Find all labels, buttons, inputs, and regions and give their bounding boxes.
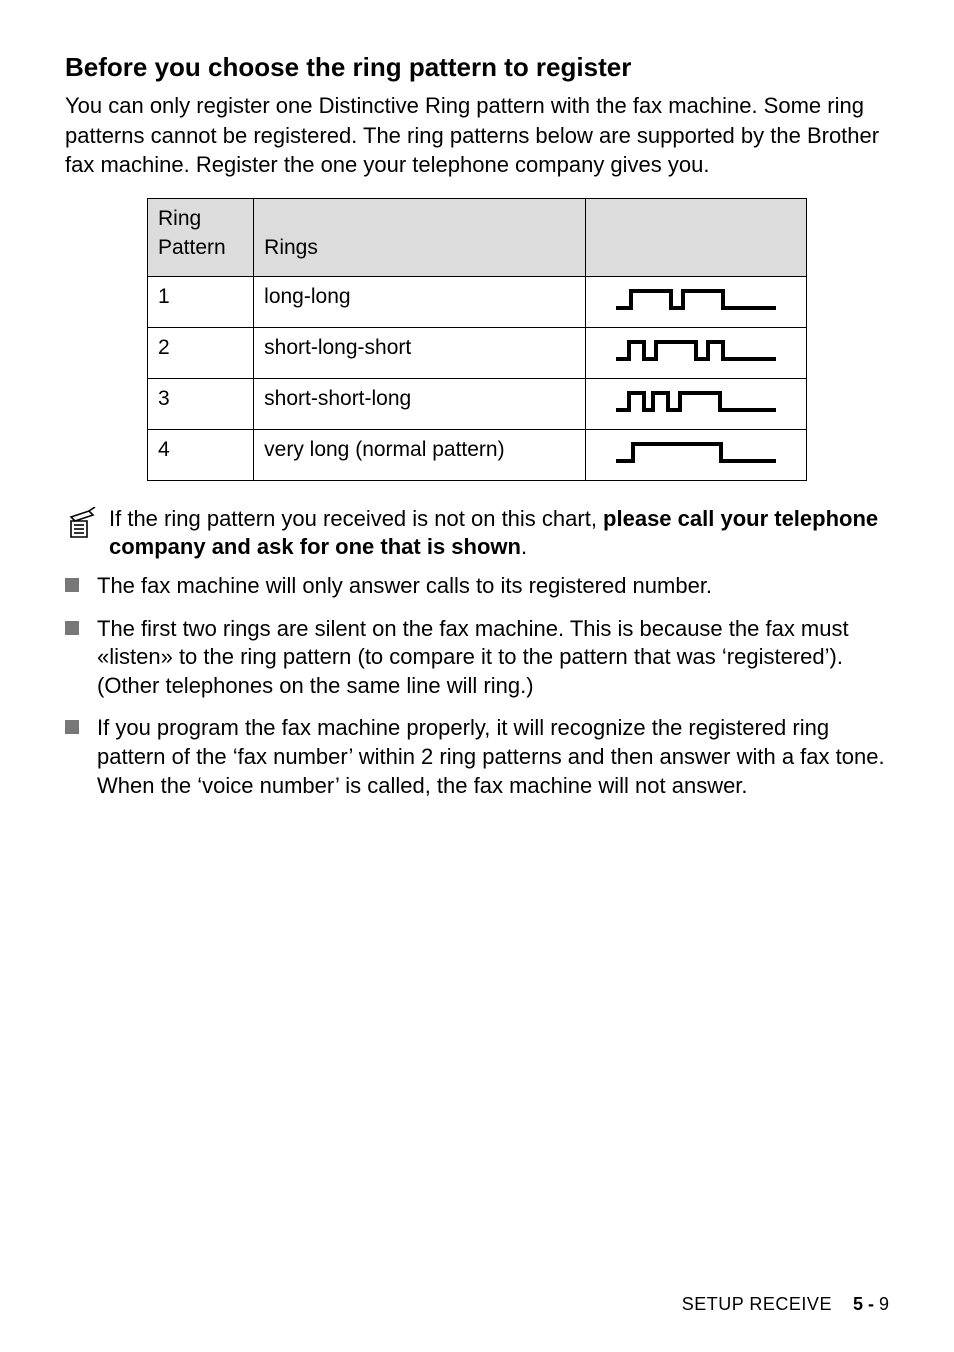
square-bullet-icon: [65, 578, 79, 592]
waveform-icon: [585, 378, 806, 429]
note-text: If the ring pattern you received is not …: [109, 505, 889, 562]
row-name: long-long: [254, 276, 586, 327]
table-header-row: Ring Pattern Rings: [148, 199, 807, 277]
section-heading: Before you choose the ring pattern to re…: [65, 50, 889, 85]
note-suffix: .: [521, 534, 527, 559]
list-item: If you program the fax machine properly,…: [65, 714, 889, 800]
table-row: 4 very long (normal pattern): [148, 429, 807, 480]
footer-page: 5 - 9: [853, 1294, 889, 1314]
ring-pattern-table: Ring Pattern Rings 1 long-long: [147, 198, 807, 481]
note-icon: [65, 505, 99, 549]
square-bullet-icon: [65, 621, 79, 635]
bullet-text: If you program the fax machine properly,…: [97, 714, 889, 800]
document-page: Before you choose the ring pattern to re…: [0, 0, 954, 1352]
header-line1: Ring: [158, 207, 201, 230]
row-name: short-long-short: [254, 327, 586, 378]
row-number: 4: [148, 429, 254, 480]
note-prefix: If the ring pattern you received is not …: [109, 506, 603, 531]
row-name: very long (normal pattern): [254, 429, 586, 480]
waveform-icon: [585, 276, 806, 327]
bullet-text: The first two rings are silent on the fa…: [97, 615, 889, 701]
bullet-list: The fax machine will only answer calls t…: [65, 572, 889, 800]
footer-page-prefix: 5 -: [853, 1294, 879, 1314]
list-item: The fax machine will only answer calls t…: [65, 572, 889, 601]
row-name: short-short-long: [254, 378, 586, 429]
table-header-rings: Rings: [254, 199, 586, 277]
table-row: 2 short-long-short: [148, 327, 807, 378]
header-line2: Pattern: [158, 236, 226, 259]
list-item: The first two rings are silent on the fa…: [65, 615, 889, 701]
row-number: 1: [148, 276, 254, 327]
row-number: 2: [148, 327, 254, 378]
table-row: 3 short-short-long: [148, 378, 807, 429]
table-header-pattern: Ring Pattern: [148, 199, 254, 277]
waveform-icon: [585, 327, 806, 378]
footer-page-number: 9: [879, 1294, 889, 1314]
table-header-waveform: [585, 199, 806, 277]
waveform-icon: [585, 429, 806, 480]
footer-section: SETUP RECEIVE: [682, 1294, 832, 1314]
callout-note: If the ring pattern you received is not …: [65, 505, 889, 562]
page-footer: SETUP RECEIVE 5 - 9: [682, 1292, 889, 1316]
bullet-text: The fax machine will only answer calls t…: [97, 572, 889, 601]
row-number: 3: [148, 378, 254, 429]
square-bullet-icon: [65, 720, 79, 734]
intro-paragraph: You can only register one Distinctive Ri…: [65, 91, 889, 180]
table-row: 1 long-long: [148, 276, 807, 327]
